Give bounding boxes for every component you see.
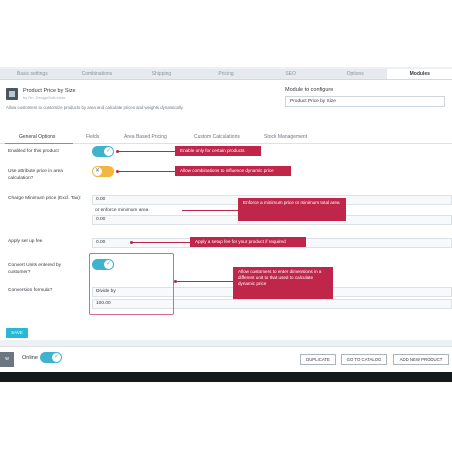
convert-units-highlight bbox=[89, 253, 174, 315]
module-description: Allow customers to customize products by… bbox=[6, 105, 184, 110]
attr-price-label: Use attribute price in area calculation? bbox=[8, 169, 63, 181]
attr-price-toggle[interactable]: ✕ bbox=[92, 166, 114, 177]
tab-options[interactable]: Options bbox=[323, 69, 388, 79]
callout-enable: Enable only for certain products bbox=[175, 146, 261, 156]
top-tab-bar: Basic settings Combinations Shipping Pri… bbox=[0, 69, 452, 80]
go-to-catalog-button[interactable]: GO TO CATALOG bbox=[341, 354, 387, 365]
bottom-dark-bar bbox=[0, 372, 452, 382]
enabled-label: Enabled for this product bbox=[8, 149, 59, 154]
convert-units-label: Convert Units entered by customer? bbox=[8, 263, 62, 275]
subtab-custom-calculations[interactable]: Custom Calculations bbox=[194, 134, 240, 140]
tab-modules[interactable]: Modules bbox=[387, 69, 452, 79]
duplicate-button[interactable]: DUPLICATE bbox=[300, 354, 336, 365]
tab-pricing[interactable]: Pricing bbox=[194, 69, 259, 79]
tab-seo[interactable]: SEO bbox=[258, 69, 323, 79]
conversion-label: Conversion formula? bbox=[8, 288, 53, 293]
min-price-label: Charge Minimum price (Excl. Tax): bbox=[8, 196, 82, 201]
callout-enable-line bbox=[117, 151, 175, 152]
module-title: Product Price by Size bbox=[23, 88, 76, 94]
callout-convert-line bbox=[175, 281, 233, 282]
module-author: by Dn, DesignSoft-store bbox=[23, 95, 66, 100]
check-icon: ✓ bbox=[104, 147, 113, 156]
add-new-product-button[interactable]: ADD NEW PRODUCT bbox=[393, 354, 449, 365]
tab-shipping[interactable]: Shipping bbox=[129, 69, 194, 79]
module-configure-select[interactable]: Product Price by Size bbox=[285, 96, 445, 107]
callout-minimum-line bbox=[182, 210, 238, 211]
callout-combinations: Allow combinations to influence dynamic … bbox=[175, 166, 291, 176]
callout-combinations-line bbox=[117, 171, 175, 172]
subtab-fields[interactable]: Fields bbox=[86, 134, 99, 140]
subtab-general-options[interactable]: General Options bbox=[19, 134, 55, 140]
callout-setup-line bbox=[131, 242, 190, 243]
online-label: Online bbox=[22, 355, 38, 361]
tab-basic-settings[interactable]: Basic settings bbox=[0, 69, 65, 79]
subtab-stock-management[interactable]: Stock Management bbox=[264, 134, 307, 140]
tab-combinations[interactable]: Combinations bbox=[65, 69, 130, 79]
setup-fee-label: Apply set up fee bbox=[8, 239, 43, 244]
enabled-toggle[interactable]: ✓ bbox=[92, 146, 114, 157]
min-area-label: or enforce minimum area bbox=[95, 208, 149, 213]
callout-minimum: Enforce a minimum price or minimum total… bbox=[238, 198, 346, 221]
subtab-area-based-pricing[interactable]: Area Based Pricing bbox=[124, 134, 167, 140]
product-footer: w Online ✓ DUPLICATE GO TO CATALOG ADD N… bbox=[0, 346, 452, 372]
callout-setup: Apply a setup fee for your product if re… bbox=[190, 237, 306, 247]
sub-tab-bar: General Options Fields Area Based Pricin… bbox=[0, 131, 452, 144]
module-configure-label: Module to configure bbox=[285, 87, 334, 93]
callout-convert: Allow customers to enter dimensions in a… bbox=[233, 267, 333, 299]
close-icon: ✕ bbox=[93, 167, 102, 176]
active-tab-underline bbox=[5, 143, 73, 144]
module-icon bbox=[6, 88, 18, 100]
save-button[interactable]: SAVE bbox=[6, 328, 28, 338]
check-icon: ✓ bbox=[52, 353, 61, 362]
product-editor: Basic settings Combinations Shipping Pri… bbox=[0, 67, 452, 379]
preview-button[interactable]: w bbox=[0, 352, 14, 367]
online-toggle[interactable]: ✓ bbox=[40, 352, 62, 363]
